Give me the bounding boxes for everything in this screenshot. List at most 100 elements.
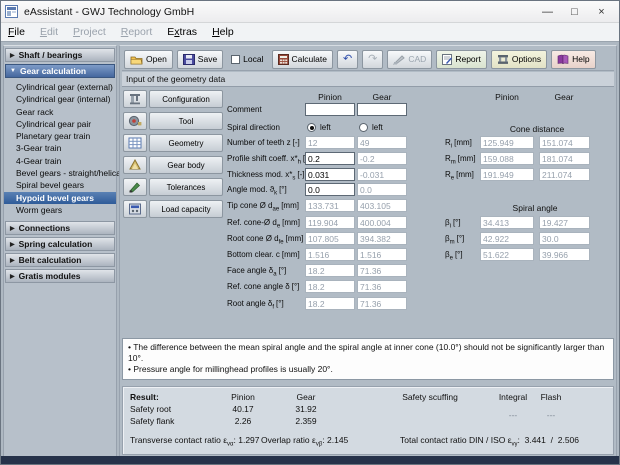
root-cone-gear-field: 394.382 (357, 232, 407, 245)
undo-button[interactable]: ↶ (337, 50, 358, 69)
configuration-icon[interactable] (123, 90, 147, 108)
sidebar-section-shaft-bearings[interactable]: ▶Shaft / bearings (5, 48, 115, 62)
nav-row-geometry: Geometry (123, 134, 223, 152)
options-clamp-icon (497, 54, 509, 65)
close-button[interactable]: × (588, 2, 615, 22)
face-angle-gear-field: 71.36 (357, 264, 407, 277)
sidebar-item-bevel-gears[interactable]: Bevel gears - straight/helical (4, 167, 116, 179)
cone-distance-header: Cone distance (510, 124, 564, 134)
tool-icon[interactable] (123, 112, 147, 130)
menu-extras[interactable]: Extras (167, 26, 197, 38)
sidebar-item-spiral-bevel-gears[interactable]: Spiral bevel gears (4, 179, 116, 191)
result-title: Result: (130, 392, 159, 402)
status-text: Input of the geometry data (126, 74, 225, 84)
cone-distance-mean-pinion-field: 159.088 (480, 152, 534, 165)
ref-cone-angle-label: Ref. cone angle δ[°] (227, 282, 299, 294)
minimize-button[interactable]: — (534, 2, 561, 22)
gear-column-header: Gear (373, 92, 392, 102)
spiral-angle-mean-label: βm[°] (445, 234, 464, 246)
sidebar-section-belt-calculation[interactable]: ▶Belt calculation (5, 253, 115, 267)
sidebar-section-connections[interactable]: ▶Connections (5, 221, 115, 235)
sidebar-item-gear-rack[interactable]: Gear rack (4, 106, 116, 118)
spiral-angle-outer-gear-field: 39.966 (539, 248, 590, 261)
angle-mod-gear-field: 0.0 (357, 183, 407, 196)
right-gear-column-header: Gear (555, 92, 574, 102)
root-cone-label: Root cone Ø dfe[mm] (227, 234, 303, 246)
sidebar-item-4-gear-train[interactable]: 4-Gear train (4, 155, 116, 167)
sidebar-item-cylindrical-gear-external[interactable]: Cylindrical gear (external) (4, 81, 116, 93)
local-checkbox[interactable] (231, 55, 240, 64)
menu-file[interactable]: File (8, 26, 25, 38)
ref-cone-pinion-field: 119.904 (305, 216, 355, 229)
number-of-teeth-pinion-field: 12 (305, 136, 355, 149)
open-button[interactable]: Open (124, 50, 173, 69)
geometry-button[interactable]: Geometry (149, 134, 223, 152)
scuffing-integral-value: --- (509, 410, 518, 420)
menu-edit: Edit (40, 26, 58, 38)
face-angle-label: Face angle δa[°] (227, 266, 286, 278)
transverse-contact-ratio: Transverse contact ratio εvα: 1.297 (130, 435, 260, 448)
root-angle-pinion-field: 18.2 (305, 297, 355, 310)
bottom-clearance-pinion-field: 1.516 (305, 248, 355, 261)
angle-mod-pinion-field[interactable]: 0.0 (305, 183, 355, 196)
number-of-teeth-gear-field: 49 (357, 136, 407, 149)
bottom-clearance-gear-field: 1.516 (357, 248, 407, 261)
maximize-button[interactable]: □ (561, 2, 588, 22)
load-capacity-icon[interactable] (123, 200, 147, 218)
sidebar-item-cylindrical-gear-internal[interactable]: Cylindrical gear (internal) (4, 93, 116, 105)
report-button[interactable]: Report (436, 50, 487, 69)
cad-button: CAD (387, 50, 432, 69)
comment-pinion-field[interactable] (305, 103, 355, 116)
calculator-icon (278, 54, 289, 65)
sidebar-item-3-gear-train[interactable]: 3-Gear train (4, 142, 116, 154)
sidebar-section-gear-calculation[interactable]: ▼Gear calculation (5, 64, 115, 78)
geometry-icon[interactable] (123, 134, 147, 152)
radio-selected-icon[interactable] (307, 123, 316, 132)
sidebar-item-planetary-gear-train[interactable]: Planetary gear train (4, 130, 116, 142)
sidebar-item-worm-gears[interactable]: Worm gears (4, 204, 116, 216)
sidebar-item-hypoid-bevel-gears[interactable]: Hypoid bevel gears (4, 192, 116, 204)
menu-help[interactable]: Help (212, 26, 234, 38)
safety-scuffing-header: Safety scuffing (402, 392, 458, 402)
spiral-angle-header: Spiral angle (513, 203, 558, 213)
calculate-button[interactable]: Calculate (272, 50, 333, 69)
spiral-direction-gear-radio[interactable]: left (359, 121, 383, 133)
gear-body-icon[interactable] (123, 156, 147, 174)
cone-distance-inner-pinion-field: 125.949 (480, 136, 534, 149)
cone-distance-mean-label: Rm[mm] (445, 154, 476, 166)
radio-unselected-icon[interactable] (359, 123, 368, 132)
profile-shift-pinion-field[interactable]: 0.2 (305, 152, 355, 165)
tip-cone-label: Tip cone Ø dae[mm] (227, 201, 299, 213)
comment-label: Comment (227, 105, 262, 114)
window-title: eAssistant - GWJ Technology GmbH (24, 6, 194, 18)
gear-body-button[interactable]: Gear body (149, 156, 223, 174)
configuration-button[interactable]: Configuration (149, 90, 223, 108)
save-button[interactable]: Save (177, 50, 223, 69)
sidebar-item-cylindrical-gear-pair[interactable]: Cylindrical gear pair (4, 118, 116, 130)
total-contact-ratio: Total contact ratio DIN / ISO εvγ: 3.441… (400, 435, 579, 448)
comment-gear-field[interactable] (357, 103, 407, 116)
chevron-right-icon: ▶ (10, 225, 15, 232)
cone-distance-outer-pinion-field: 191.949 (480, 168, 534, 181)
load-capacity-button[interactable]: Load capacity (149, 200, 223, 218)
spiral-direction-pinion-radio[interactable]: left (307, 121, 331, 133)
sidebar-section-gratis-modules[interactable]: ▶Gratis modules (5, 269, 115, 283)
spiral-direction-label: Spiral direction (227, 123, 280, 132)
options-button[interactable]: Options (491, 50, 547, 69)
thickness-mod-label: Thickness mod. x*s[-] (227, 170, 304, 182)
result-gear-header: Gear (297, 392, 316, 402)
ref-cone-angle-gear-field: 71.36 (357, 280, 407, 293)
local-toggle[interactable]: Local (227, 50, 267, 69)
tolerances-icon[interactable] (123, 178, 147, 196)
overlap-ratio: Overlap ratio εvβ: 2.145 (261, 435, 348, 448)
help-button[interactable]: Help (551, 50, 595, 69)
sidebar-section-spring-calculation[interactable]: ▶Spring calculation (5, 237, 115, 251)
tolerances-button[interactable]: Tolerances (149, 178, 223, 196)
thickness-mod-pinion-field[interactable]: 0.031 (305, 168, 355, 181)
chevron-right-icon: ▶ (10, 241, 15, 248)
ref-cone-label: Ref. cone-Ø de[mm] (227, 218, 300, 230)
undo-icon: ↶ (343, 54, 352, 65)
tool-button[interactable]: Tool (149, 112, 223, 130)
cone-distance-inner-gear-field: 151.074 (539, 136, 590, 149)
ref-cone-angle-pinion-field: 18.2 (305, 280, 355, 293)
